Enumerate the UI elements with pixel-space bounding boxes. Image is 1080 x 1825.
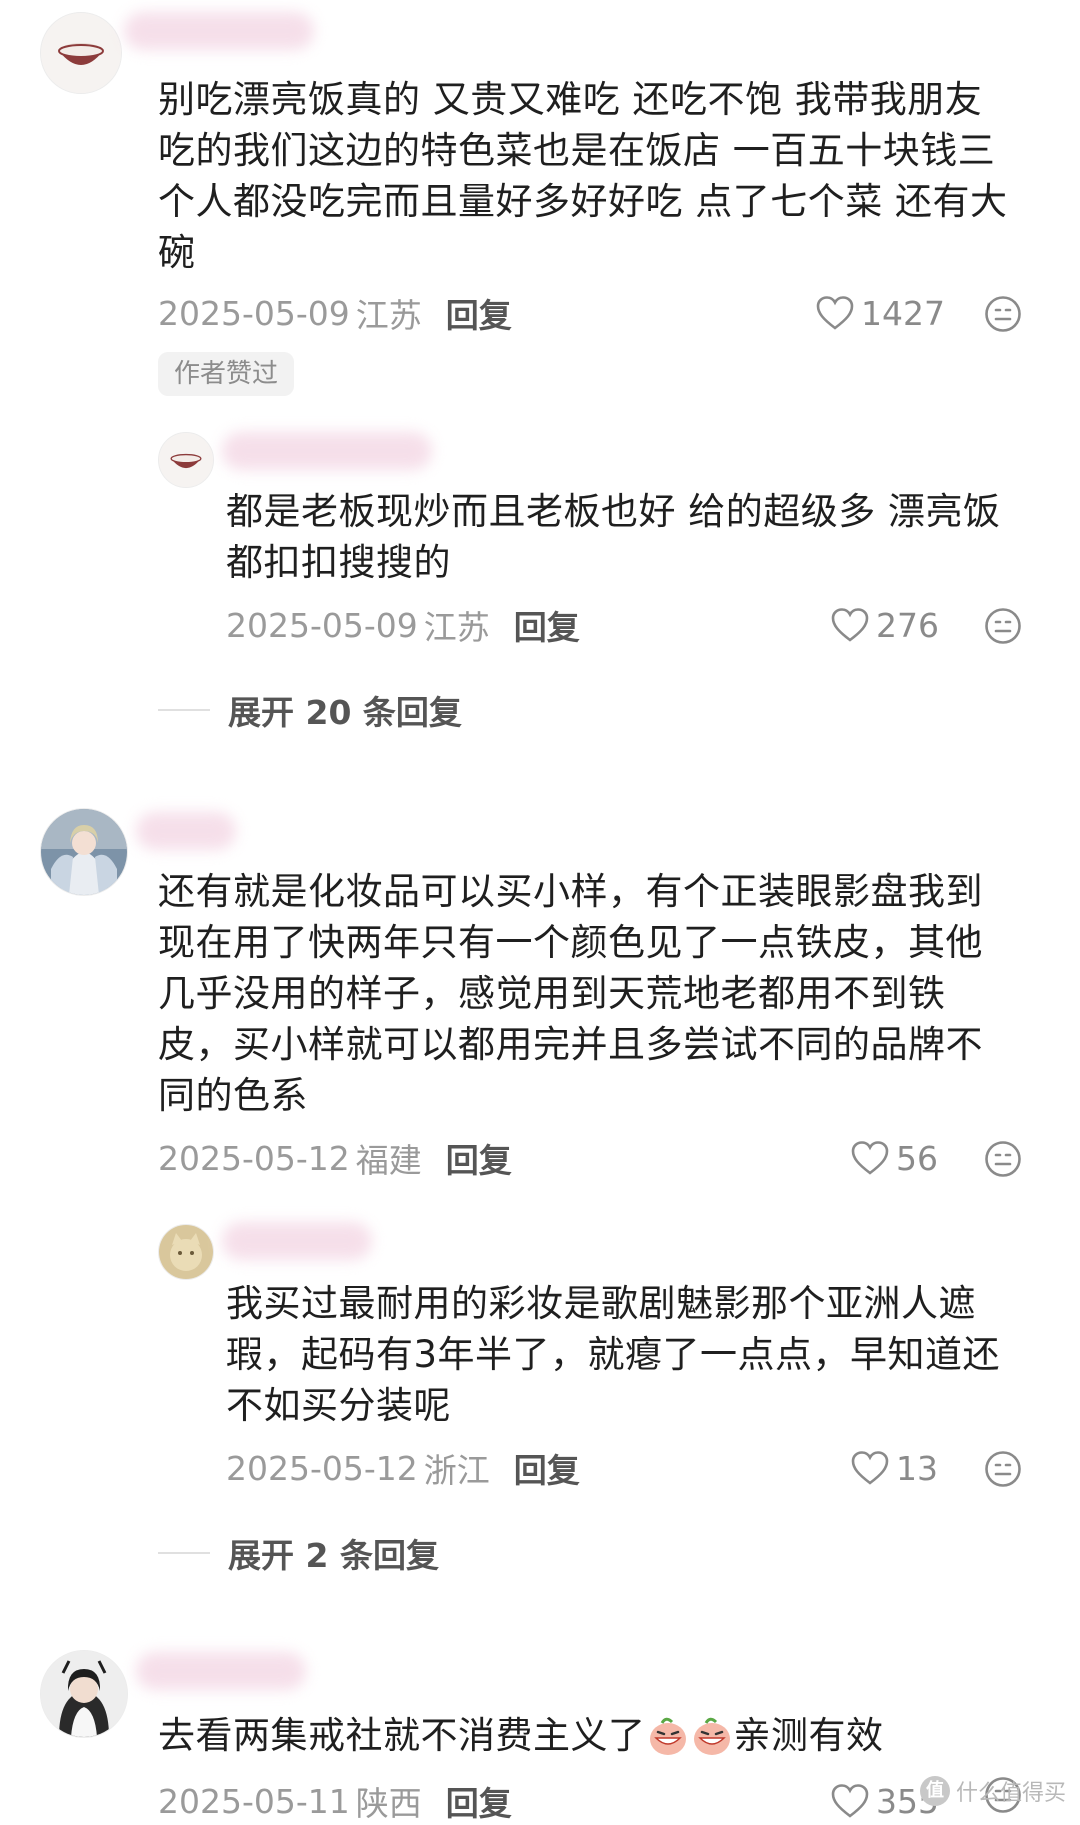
like-count: 13 bbox=[896, 1448, 938, 1488]
comment-location: 陕西 bbox=[355, 1784, 422, 1823]
comment-date: 2025-05-11 bbox=[158, 1781, 350, 1821]
avatar[interactable] bbox=[40, 808, 128, 896]
comment-date: 2025-05-09 bbox=[226, 605, 418, 645]
smile-face-icon[interactable] bbox=[984, 295, 1022, 333]
comment-line: 碗 bbox=[158, 231, 196, 274]
comment-line: 亲测有效 bbox=[733, 1714, 884, 1757]
comment-line: 现在用了快两年只有一个颜色见了一点铁皮，其他 bbox=[158, 921, 983, 964]
comment-line: 还有就是化妆品可以买小样，有个正装眼影盘我到 bbox=[158, 870, 983, 913]
comment-line: 都是老板现炒而且老板也好 给的超级多 漂亮饭 bbox=[226, 490, 1001, 533]
avatar[interactable] bbox=[158, 432, 214, 488]
comment-line: 我买过最耐用的彩妆是歌剧魅影那个亚洲人遮 bbox=[226, 1282, 976, 1325]
divider bbox=[158, 1552, 210, 1554]
smile-face-icon[interactable] bbox=[984, 607, 1022, 645]
like-button[interactable]: 276 bbox=[830, 602, 939, 648]
comment-date: 2025-05-12 bbox=[158, 1138, 350, 1178]
username-redacted bbox=[222, 432, 432, 470]
comment-location: 福建 bbox=[355, 1141, 422, 1180]
like-button[interactable]: 13 bbox=[850, 1445, 938, 1491]
reply-button[interactable]: 回复 bbox=[446, 1134, 512, 1182]
girl-avatar-icon bbox=[41, 1651, 127, 1737]
heart-outline-icon bbox=[816, 296, 854, 330]
watermark-logo: 值 bbox=[919, 1776, 950, 1806]
comment-text: 去看两集戒社就不消费主义了 亲测有效 bbox=[158, 1710, 1038, 1761]
username-redacted bbox=[136, 812, 236, 850]
cat-avatar-icon bbox=[159, 1225, 213, 1279]
comment-line: 同的色系 bbox=[158, 1074, 308, 1117]
smile-face-icon[interactable] bbox=[984, 1450, 1022, 1488]
comment-line: 个人都没吃完而且量好多好好吃 点了七个菜 还有大 bbox=[158, 180, 1008, 223]
comment-location: 浙江 bbox=[423, 1451, 490, 1490]
bowl-avatar-icon bbox=[159, 433, 213, 487]
comment-line: 吃的我们这边的特色菜也是在饭店 一百五十块钱三 bbox=[158, 129, 996, 172]
like-button[interactable]: 1427 bbox=[815, 290, 945, 336]
avatar[interactable] bbox=[40, 1650, 128, 1738]
expand-replies-button[interactable]: 展开 20 条回复 bbox=[158, 687, 462, 733]
comment-date: 2025-05-12 bbox=[226, 1448, 418, 1488]
grinning-peach-emoji bbox=[693, 1717, 730, 1755]
like-button[interactable]: 56 bbox=[850, 1135, 938, 1181]
comment-location: 江苏 bbox=[423, 608, 490, 647]
like-count: 1427 bbox=[861, 293, 945, 333]
comment-line: 都扣扣搜搜的 bbox=[226, 541, 451, 584]
comment-meta: 2025-05-12 福建 回复 bbox=[158, 1135, 512, 1181]
comment-meta: 2025-05-09 江苏 回复 bbox=[158, 290, 512, 336]
comment-line: 几乎没用的样子，感觉用到天荒地老都用不到铁 bbox=[158, 972, 946, 1015]
author-liked-badge: 作者赞过 bbox=[158, 352, 295, 396]
comment-meta: 2025-05-11 陕西 回复 bbox=[158, 1778, 512, 1824]
avatar[interactable] bbox=[158, 1224, 214, 1280]
smile-face-icon[interactable] bbox=[984, 1140, 1022, 1178]
comment-text: 还有就是化妆品可以买小样，有个正装眼影盘我到 现在用了快两年只有一个颜色见了一点… bbox=[158, 866, 1038, 1121]
comment-text: 别吃漂亮饭真的 又贵又难吃 还吃不饱 我带我朋友 吃的我们这边的特色菜也是在饭店… bbox=[158, 74, 1038, 278]
heart-outline-icon bbox=[851, 1141, 889, 1175]
heart-outline-icon bbox=[831, 608, 869, 642]
comment-line: 不如买分装呢 bbox=[226, 1384, 451, 1427]
reply-button[interactable]: 回复 bbox=[446, 289, 512, 337]
like-count: 56 bbox=[896, 1138, 938, 1178]
character-avatar-icon bbox=[41, 809, 127, 895]
bowl-avatar-icon bbox=[41, 13, 121, 93]
comment-date: 2025-05-09 bbox=[158, 293, 350, 333]
username-redacted bbox=[124, 12, 314, 50]
comment-meta: 2025-05-09 江苏 回复 bbox=[226, 602, 580, 648]
username-redacted bbox=[222, 1222, 372, 1260]
comment-line: 瑕，起码有3年半了，就瘪了一点点，早知道还 bbox=[226, 1333, 1001, 1376]
comment-text: 都是老板现炒而且老板也好 给的超级多 漂亮饭 都扣扣搜搜的 bbox=[226, 486, 1036, 588]
comment-line: 别吃漂亮饭真的 又贵又难吃 还吃不饱 我带我朋友 bbox=[158, 78, 983, 121]
grinning-peach-emoji bbox=[649, 1717, 686, 1755]
reply-button[interactable]: 回复 bbox=[514, 1444, 580, 1492]
heart-outline-icon bbox=[831, 1784, 869, 1818]
comment-line: 去看两集戒社就不消费主义了 bbox=[158, 1714, 646, 1757]
heart-outline-icon bbox=[851, 1451, 889, 1485]
reply-button[interactable]: 回复 bbox=[514, 601, 580, 649]
divider bbox=[158, 709, 210, 711]
expand-replies-label: 展开 20 条回复 bbox=[228, 693, 462, 732]
comment-text: 我买过最耐用的彩妆是歌剧魅影那个亚洲人遮 瑕，起码有3年半了，就瘪了一点点，早知… bbox=[226, 1278, 1046, 1431]
watermark: 值 什么值得买 bbox=[919, 1775, 1066, 1807]
watermark-text: 什么值得买 bbox=[955, 1781, 1066, 1806]
like-count: 276 bbox=[876, 605, 939, 645]
comment-meta: 2025-05-12 浙江 回复 bbox=[226, 1445, 580, 1491]
reply-button[interactable]: 回复 bbox=[446, 1777, 512, 1825]
username-redacted bbox=[136, 1652, 306, 1690]
comment-location: 江苏 bbox=[355, 296, 422, 335]
expand-replies-label: 展开 2 条回复 bbox=[228, 1536, 439, 1575]
comment-line: 皮，买小样就可以都用完并且多尝试不同的品牌不 bbox=[158, 1023, 983, 1066]
avatar[interactable] bbox=[40, 12, 122, 94]
expand-replies-button[interactable]: 展开 2 条回复 bbox=[158, 1530, 439, 1576]
